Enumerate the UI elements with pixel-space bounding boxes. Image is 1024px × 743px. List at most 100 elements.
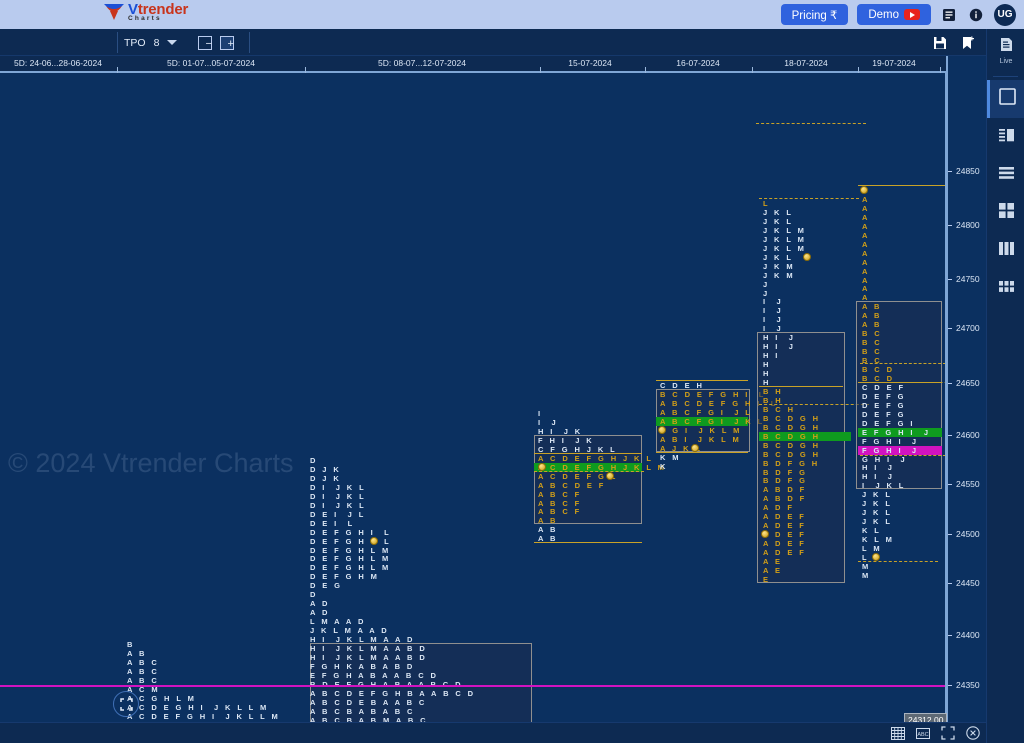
tpo-row: I J K L: [862, 481, 906, 491]
list-icon[interactable]: [940, 6, 958, 24]
tpo-row: B C H: [763, 404, 796, 414]
tpo-value[interactable]: 8: [154, 37, 160, 49]
tpo-row: H I J K L M A A B D: [310, 652, 428, 662]
date-axis-tick: 16-07-2024: [676, 58, 720, 68]
tpo-row: B C: [862, 338, 883, 348]
app-logo[interactable]: Vtrender Charts: [103, 2, 188, 23]
tpo-row: A C D E F G H I J K L L M: [127, 711, 281, 721]
poc-marker-icon: [538, 462, 546, 471]
sidebar-item-split-pane[interactable]: [987, 118, 1024, 156]
price-axis-tick-mark: [948, 583, 952, 584]
price-axis[interactable]: 24850 24800 24750 24700 24650 24600 24550 24500…: [904, 56, 986, 743]
grid-toggle-icon[interactable]: [891, 726, 905, 740]
tpo-row: A B: [862, 302, 882, 312]
price-axis-tick-mark: [948, 534, 952, 535]
grid-4-icon: [998, 202, 1015, 224]
trading-chart-app: Vtrender Charts Pricing ₹ Demo UG TPO 8 …: [0, 0, 1024, 743]
crosshair-indicator: [113, 691, 139, 717]
price-axis-label: 24500: [956, 529, 980, 539]
sidebar-item-single-pane[interactable]: [987, 80, 1024, 118]
tpo-row: D J K: [310, 473, 342, 483]
tpo-row: I J: [763, 324, 784, 334]
price-axis-label: 24600: [956, 430, 980, 440]
header-actions: Pricing ₹ Demo UG: [780, 0, 1016, 29]
value-area-extension-line: [860, 363, 946, 364]
brand-bar: Vtrender Charts Pricing ₹ Demo UG: [0, 0, 1024, 29]
grid-6-icon: [998, 280, 1015, 298]
tpo-row: E: [763, 574, 771, 584]
bookmark-add-icon[interactable]: [959, 34, 977, 52]
tpo-row: J K L: [763, 252, 794, 262]
tpo-row: M: [862, 561, 871, 571]
demo-button[interactable]: Demo: [857, 4, 931, 25]
tpo-row: C D E H: [660, 381, 705, 390]
chart-canvas[interactable]: © 2024 Vtrender Charts B A B A B C A B C A B…: [0, 73, 946, 722]
tpo-row: A: [862, 221, 870, 231]
zoom-in-button[interactable]: +: [220, 35, 235, 50]
date-axis[interactable]: 5D: 24-06...28-06-2024 5D: 01-07...05-07-…: [0, 56, 986, 73]
price-axis-label: 24550: [956, 479, 980, 489]
date-axis-tick: 18-07-2024: [784, 58, 828, 68]
tpo-row: J K L M A A D: [310, 626, 390, 636]
tpo-row: C F G H J K L: [538, 444, 618, 454]
tpo-row: D: [310, 590, 318, 600]
chevron-down-icon[interactable]: [167, 40, 178, 45]
columns-3-icon: [998, 241, 1015, 261]
tpo-row: A B D F: [763, 485, 807, 495]
sidebar-item-rows[interactable]: [987, 156, 1024, 194]
avatar[interactable]: UG: [994, 3, 1016, 26]
tpo-row: B C D: [862, 365, 895, 374]
tpo-row: I J: [763, 297, 784, 307]
poc-marker-icon: [691, 443, 699, 452]
close-icon[interactable]: [966, 726, 980, 740]
tpo-row: A D E F: [763, 512, 807, 522]
tpo-row: D E F G: [862, 391, 906, 401]
tpo-row: I J: [763, 315, 784, 325]
zoom-out-button[interactable]: −: [198, 35, 213, 50]
watermark: © 2024 Vtrender Charts: [8, 448, 294, 478]
tpo-row: B C D G H: [763, 422, 821, 432]
save-icon[interactable]: [931, 34, 949, 52]
tpo-row: H I J K L M A A D: [310, 635, 415, 644]
tpo-row: A D E F: [763, 548, 807, 558]
tpo-row: A B C D E F: [538, 480, 606, 490]
tpo-row: A E: [763, 565, 783, 575]
tpo-row: A C D E F G H J K L: [538, 453, 654, 463]
tpo-row: L M A A D: [310, 617, 366, 627]
tpo-row: B: [127, 640, 135, 649]
sidebar-item-live[interactable]: Live: [987, 29, 1024, 73]
toolbar-right-actions: [931, 34, 977, 52]
tpo-row: H I J: [862, 472, 895, 482]
tpo-row: B D F G H: [763, 458, 820, 468]
tpo-row: A B C: [127, 675, 160, 685]
sidebar-item-grid-6[interactable]: [987, 270, 1024, 308]
sidebar-item-columns-3[interactable]: [987, 232, 1024, 270]
toolbar-divider: [249, 32, 250, 53]
tpo-row: F H I J K: [538, 435, 595, 445]
tpo-control-group: TPO 8 − +: [124, 29, 235, 56]
tpo-row: D I J K L: [310, 491, 367, 501]
tpo-row: D E F G H I L: [310, 536, 392, 546]
tpo-row: B D F G: [763, 476, 808, 486]
tpo-row: H: [763, 369, 771, 379]
tpo-row: D E I J L: [310, 509, 366, 519]
info-icon[interactable]: [967, 6, 985, 24]
abc-toggle-icon[interactable]: ABC: [916, 726, 930, 740]
fit-screen-icon[interactable]: [941, 726, 955, 740]
tpo-row: C D E F: [862, 382, 906, 392]
tpo-row: H: [763, 378, 771, 387]
tpo-row: A D E F: [763, 530, 807, 540]
tpo-row: A B C F: [538, 507, 582, 517]
tpo-row: B C D G H: [763, 413, 821, 423]
pricing-button[interactable]: Pricing ₹: [780, 4, 849, 25]
tpo-row: A B C F: [538, 489, 582, 499]
tpo-row: A B C F G I J L: [660, 407, 753, 417]
tpo-row: E F G H I J: [862, 427, 931, 437]
prev-session-high-line: [756, 123, 866, 124]
tpo-row: A B C F: [538, 498, 582, 508]
date-axis-tick: 5D: 08-07...12-07-2024: [378, 58, 466, 68]
single-pane-icon: [999, 88, 1016, 110]
tpo-row: A C D E G H I J K L L M: [127, 702, 269, 712]
tpo-row: A D: [310, 608, 330, 618]
sidebar-item-grid-4[interactable]: [987, 194, 1024, 232]
